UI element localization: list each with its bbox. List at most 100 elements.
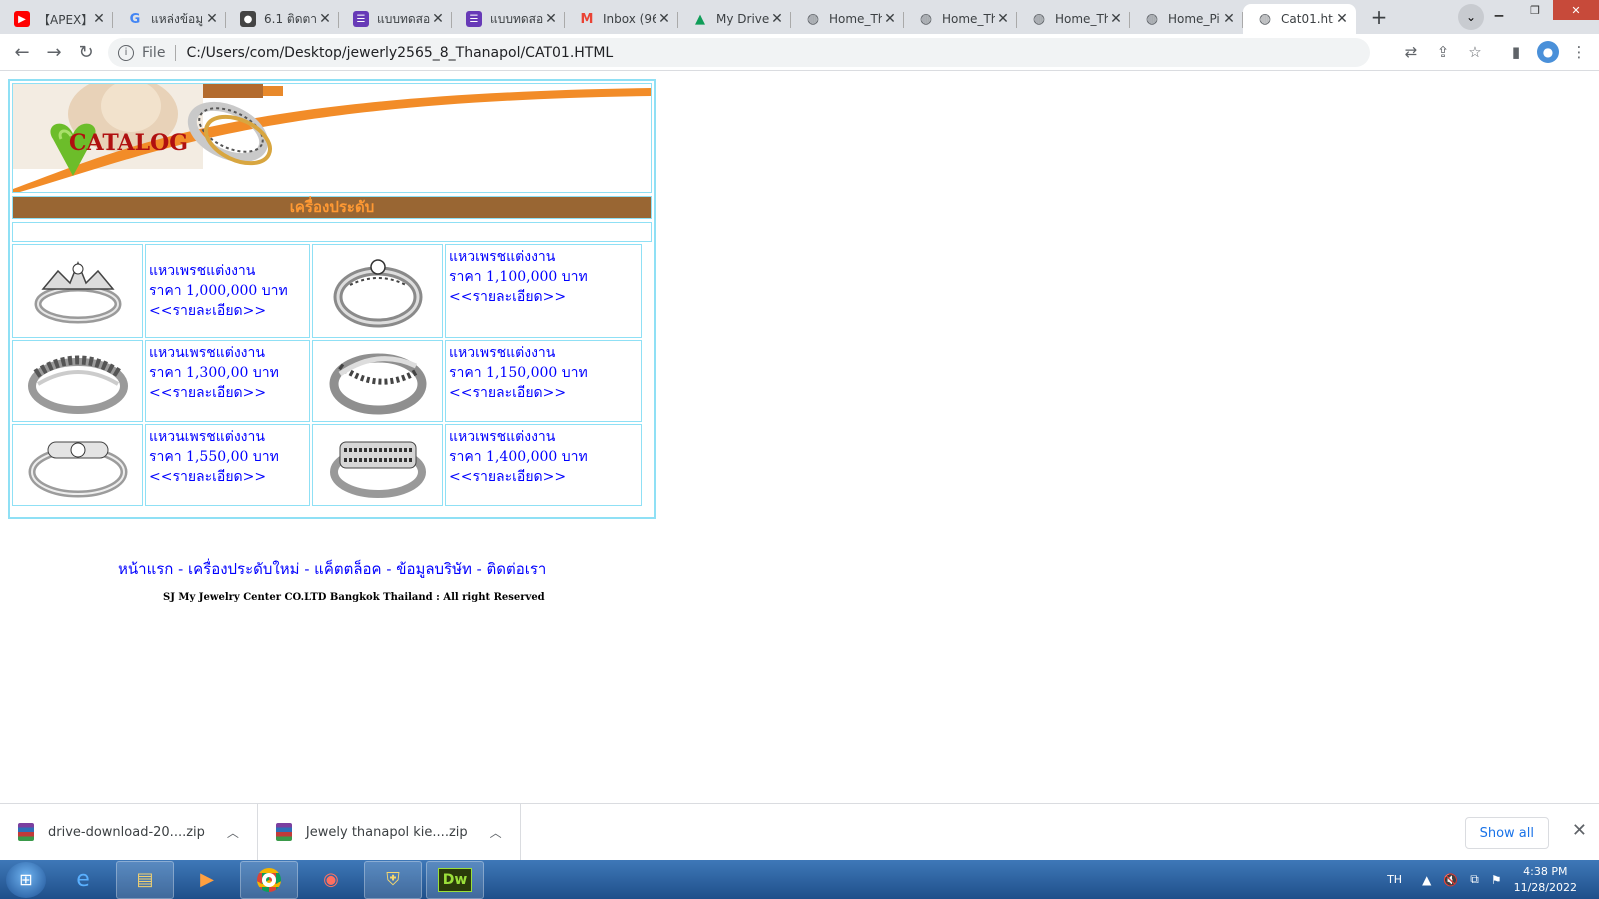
product-image-1[interactable]: [12, 244, 143, 338]
new-tab-button[interactable]: +: [1364, 2, 1394, 32]
close-tab-icon[interactable]: ✕: [204, 11, 220, 27]
close-icon[interactable]: ✕: [1572, 820, 1587, 841]
app-icon[interactable]: ◉: [302, 861, 360, 899]
nav-catalog-link[interactable]: แค็ตตล็อค: [314, 560, 381, 578]
product-image-4[interactable]: [312, 340, 443, 422]
window-close-icon[interactable]: ✕: [1553, 0, 1599, 20]
address-bar[interactable]: i File C:/Users/com/Desktop/jewerly2565_…: [108, 38, 1370, 67]
nav-company-link[interactable]: ข้อมูลบริษัท: [396, 560, 472, 578]
tab-6[interactable]: ▲ My Drive ✕: [678, 4, 791, 34]
show-all-button[interactable]: Show all: [1464, 817, 1549, 849]
ring-image: [27, 355, 128, 414]
minimize-icon[interactable]: ▁: [1481, 0, 1517, 20]
product-text-3: แหวนเพรชแต่งงาน ราคา 1,300,00 บาท <<รายล…: [145, 340, 310, 422]
close-tab-icon[interactable]: ✕: [1108, 11, 1124, 27]
close-tab-icon[interactable]: ✕: [430, 11, 446, 27]
close-tab-icon[interactable]: ✕: [91, 11, 107, 27]
close-tab-icon[interactable]: ✕: [769, 11, 785, 27]
product-name: แหวเพรชแต่งงาน: [449, 249, 556, 265]
product-details-link[interactable]: <<รายละเอียด>>: [149, 383, 306, 403]
product-details-link[interactable]: <<รายละเอียด>>: [149, 467, 306, 487]
separator: [175, 44, 177, 61]
ring-image: [329, 353, 426, 415]
media-player-icon[interactable]: ▶: [178, 861, 236, 899]
category-heading: เครื่องประดับ: [12, 196, 652, 219]
download-item[interactable]: Jewely thanapol kie....zip ︿: [258, 803, 521, 861]
product-name: แหวเพรชแต่งงาน: [449, 345, 556, 361]
volume-muted-icon[interactable]: 🔇: [1443, 873, 1458, 887]
chevron-up-icon[interactable]: ︿: [227, 824, 239, 841]
close-tab-icon[interactable]: ✕: [543, 11, 559, 27]
share-icon[interactable]: ⇪: [1432, 41, 1454, 63]
product-text-1: แหวเพรชแต่งงาน ราคา 1,000,000 บาท <<รายล…: [145, 244, 310, 338]
close-tab-icon[interactable]: ✕: [882, 11, 898, 27]
reload-icon[interactable]: ↻: [70, 36, 102, 68]
security-icon[interactable]: ⛨: [364, 860, 422, 899]
product-image-5[interactable]: [12, 424, 143, 506]
close-tab-icon[interactable]: ✕: [1334, 11, 1350, 27]
tab-8[interactable]: ◍ Home_Th ✕: [904, 4, 1017, 34]
dreamweaver-icon[interactable]: Dw: [426, 860, 484, 899]
profile-avatar[interactable]: ●: [1537, 41, 1559, 63]
tab-11-active[interactable]: ◍ Cat01.htr ✕: [1243, 4, 1356, 34]
nav-separator: -: [471, 560, 487, 578]
explorer-icon[interactable]: ▤: [116, 860, 174, 899]
product-details-link[interactable]: <<รายละเอียด>>: [449, 383, 638, 403]
catalog-banner: CATALOG: [12, 83, 652, 193]
restore-icon[interactable]: ❐: [1517, 0, 1553, 20]
network-icon[interactable]: ⧉: [1470, 872, 1479, 887]
tab-5[interactable]: M Inbox (96 ✕: [565, 4, 678, 34]
tab-7[interactable]: ◍ Home_Th ✕: [791, 4, 904, 34]
tab-1[interactable]: G แหล่งข้อมู ✕: [113, 4, 226, 34]
tab-4[interactable]: ☰ แบบทดสอ ✕: [452, 4, 565, 34]
ring-image: [28, 441, 127, 498]
clock[interactable]: 4:38 PM 11/28/2022: [1514, 864, 1577, 896]
close-tab-icon[interactable]: ✕: [656, 11, 672, 27]
forward-icon[interactable]: →: [38, 36, 70, 68]
product-details-link[interactable]: <<รายละเอียด>>: [449, 467, 638, 487]
nav-contact-link[interactable]: ติดต่อเรา: [487, 560, 547, 578]
tab-3[interactable]: ☰ แบบทดสอ ✕: [339, 4, 452, 34]
download-item[interactable]: drive-download-20....zip ︿: [0, 803, 258, 861]
chevron-up-icon[interactable]: ︿: [490, 824, 502, 841]
ring-image: [34, 260, 121, 324]
product-image-3[interactable]: [12, 340, 143, 422]
side-panel-icon[interactable]: ▮: [1505, 41, 1527, 63]
nav-home-link[interactable]: หน้าแรก: [118, 560, 173, 578]
language-indicator[interactable]: TH: [1387, 873, 1402, 886]
product-details-link[interactable]: <<รายละเอียด>>: [449, 287, 638, 307]
chrome-icon[interactable]: [240, 860, 298, 899]
tab-10[interactable]: ◍ Home_Pi ✕: [1130, 4, 1243, 34]
tab-9[interactable]: ◍ Home_Th ✕: [1017, 4, 1130, 34]
drive-icon: ▲: [695, 11, 705, 27]
start-button[interactable]: ⊞: [6, 861, 46, 898]
forms-icon: ☰: [466, 11, 482, 27]
tab-strip: ▶【APEX】✕ Gแหล่งข้อมู✕ ●6.1 ติดตาม✕ ☰แบบท…: [0, 0, 1599, 34]
product-image-6[interactable]: [312, 424, 443, 506]
menu-icon[interactable]: ⋮: [1568, 41, 1590, 63]
globe-icon: ◍: [1258, 11, 1272, 27]
nav-separator: -: [173, 560, 188, 578]
ie-icon[interactable]: e: [54, 861, 112, 899]
globe-icon: ◍: [806, 11, 820, 27]
url-text[interactable]: C:/Users/com/Desktop/jewerly2565_8_Thana…: [186, 45, 613, 61]
info-icon[interactable]: i: [118, 44, 134, 61]
close-tab-icon[interactable]: ✕: [317, 11, 333, 27]
product-name: แหวนเพรชแต่งงาน: [149, 429, 265, 445]
bookmark-star-icon[interactable]: ☆: [1464, 41, 1486, 63]
close-tab-icon[interactable]: ✕: [1221, 11, 1237, 27]
action-center-icon[interactable]: ⚑: [1491, 873, 1502, 887]
back-icon[interactable]: ←: [6, 36, 38, 68]
close-tab-icon[interactable]: ✕: [995, 11, 1011, 27]
product-text-5: แหวนเพรชแต่งงาน ราคา 1,550,00 บาท <<รายล…: [145, 424, 310, 506]
nav-new-jewelry-link[interactable]: เครื่องประดับใหม่: [188, 560, 300, 578]
product-image-2[interactable]: [312, 244, 443, 338]
translate-icon[interactable]: ⇄: [1400, 41, 1422, 63]
product-details-link[interactable]: <<รายละเอียด>>: [149, 301, 306, 321]
product-text-2: แหวเพรชแต่งงาน ราคา 1,100,000 บาท <<รายล…: [445, 244, 642, 338]
show-hidden-icons-icon[interactable]: ▲: [1422, 873, 1431, 887]
catalog-table: CATALOG เครื่องประดับ แหวเพรชแต่งงาน ราค…: [8, 79, 656, 519]
contacts-icon: ●: [240, 11, 256, 27]
tab-0[interactable]: ▶ 【APEX】 ✕: [0, 4, 113, 34]
tab-2[interactable]: ●6.1 ติดตาม✕: [226, 4, 339, 34]
